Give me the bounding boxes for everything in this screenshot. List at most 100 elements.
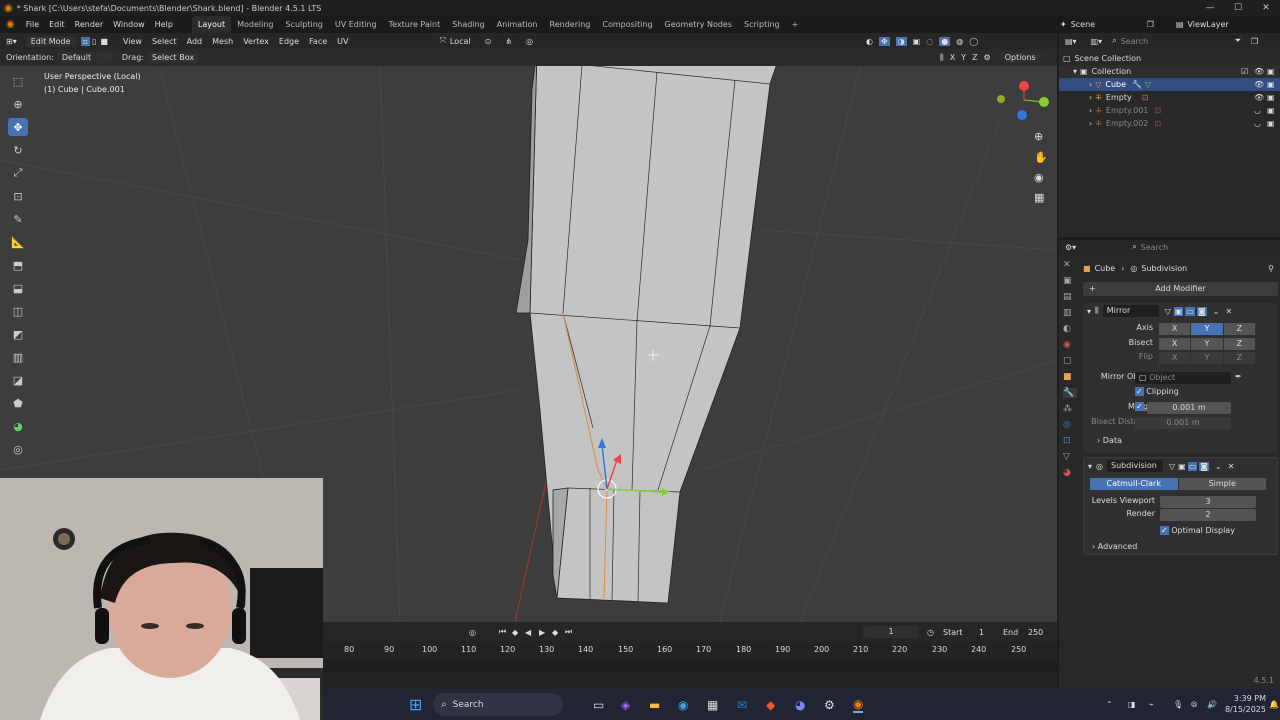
menu-window[interactable]: Window xyxy=(108,16,150,33)
camera-icon[interactable]: ▣ xyxy=(1267,106,1275,115)
mode-selector[interactable]: Edit Mode xyxy=(25,35,76,47)
mirror-icon[interactable]: ⫼ xyxy=(940,53,944,63)
bisect-z-toggle[interactable]: Z xyxy=(1223,338,1255,350)
viewport-toggle-icon[interactable]: ▭ xyxy=(1187,461,1198,471)
mirror-object-field[interactable]: ▢ Object xyxy=(1135,372,1231,384)
chevron-right-icon[interactable]: › xyxy=(1089,93,1092,102)
rotate-tool-icon[interactable]: ↻ xyxy=(8,141,28,159)
modifier-menu-icon[interactable]: ⌄ xyxy=(1213,307,1220,316)
camera-icon[interactable]: ▣ xyxy=(1267,67,1275,76)
axis-z-toggle[interactable]: Z xyxy=(1223,323,1255,335)
eye-icon[interactable]: 👁 xyxy=(1254,67,1264,76)
tab-shading[interactable]: Shading xyxy=(446,16,491,33)
menu-render[interactable]: Render xyxy=(70,16,108,33)
xray-icon[interactable]: ▣ xyxy=(913,37,921,46)
tab-sculpting[interactable]: Sculpting xyxy=(280,16,329,33)
store-icon[interactable]: ▦ xyxy=(707,698,718,712)
material-shading-icon[interactable]: ◍ xyxy=(956,37,963,46)
annotate-tool-icon[interactable]: ✎ xyxy=(8,210,28,228)
tray-app-icon[interactable]: ◨ xyxy=(1128,700,1136,709)
data-tab-icon[interactable]: ▽ xyxy=(1063,452,1077,462)
outliner-item-empty[interactable]: › ⁜ Empty ⊡ 👁 ▣ xyxy=(1059,91,1280,104)
remove-modifier-icon[interactable]: ✕ xyxy=(1225,307,1232,316)
outliner-search-input[interactable]: Search xyxy=(1121,37,1221,46)
cursor-tool-icon[interactable]: ⊕ xyxy=(8,95,28,113)
tray-mic-icon[interactable]: 🎙 xyxy=(1173,700,1183,709)
merge-checkbox[interactable]: ✓ xyxy=(1135,402,1144,411)
axis-y-toggle[interactable]: Y xyxy=(1191,323,1223,335)
timeline[interactable]: ◎ ⏮ ◆ ◀ ▶ ◆ ⏭ 1 ◷ Start 1 End 250 80 90 … xyxy=(323,622,1057,689)
scale-tool-icon[interactable]: ⤢ xyxy=(8,164,28,182)
tool-tab-icon[interactable]: ✕ xyxy=(1063,260,1077,270)
extrude-tool-icon[interactable]: ⬓ xyxy=(8,279,28,297)
eye-icon[interactable]: 👁 xyxy=(1254,93,1264,102)
modifier-menu-icon[interactable]: ⌄ xyxy=(1215,462,1222,471)
notifications-icon[interactable]: 🔔 xyxy=(1269,700,1279,709)
play-icon[interactable]: ▶ xyxy=(539,628,545,637)
play-reverse-icon[interactable]: ◀ xyxy=(525,628,531,637)
properties-editor[interactable]: ⚙▾ ⌕ Search ✕ ▣ ▤ ▥ ◐ ◉ ▢ ■ 🔧 ⁂ ◎ ⊡ ▽ ◕ … xyxy=(1059,240,1280,689)
camera-icon[interactable]: ▣ xyxy=(1267,93,1275,102)
new-scene-icon[interactable]: ❐ xyxy=(1147,20,1154,29)
chevron-right-icon[interactable]: › xyxy=(1089,106,1092,115)
properties-search-input[interactable]: Search xyxy=(1141,243,1168,252)
mirror-name-field[interactable]: Mirror xyxy=(1102,305,1159,317)
tab-rendering[interactable]: Rendering xyxy=(544,16,597,33)
view-layer-tab-icon[interactable]: ▥ xyxy=(1063,308,1077,318)
chevron-down-icon[interactable]: ▾ xyxy=(1088,462,1092,471)
add-workspace-button[interactable]: + xyxy=(786,16,805,33)
blender-menu-icon[interactable]: ◉ xyxy=(0,19,21,30)
gizmo-icon[interactable]: ✥ xyxy=(878,36,890,46)
poly-build-tool-icon[interactable]: ⬟ xyxy=(8,394,28,412)
measure-tool-icon[interactable]: 📐 xyxy=(8,233,28,251)
menu-mesh[interactable]: Mesh xyxy=(207,33,238,50)
hidden-eye-icon[interactable]: ◡ xyxy=(1254,106,1261,115)
transform-orientation-icon[interactable]: ⤧ xyxy=(439,36,445,46)
subdivision-name-field[interactable]: Subdivision xyxy=(1107,460,1163,472)
catmull-clark-button[interactable]: Catmull-Clark xyxy=(1090,478,1178,490)
merge-distance-field[interactable]: 0.001 m xyxy=(1147,402,1231,414)
transform-orientation-selector[interactable]: Local xyxy=(450,37,471,46)
brave-browser-icon[interactable]: ◆ xyxy=(766,698,775,712)
tab-layout[interactable]: Layout xyxy=(191,16,232,33)
properties-editor-icon[interactable]: ⚙▾ xyxy=(1065,243,1076,252)
menu-face[interactable]: Face xyxy=(304,33,332,50)
solid-shading-icon[interactable]: ● xyxy=(939,36,951,46)
tray-wifi-icon[interactable]: ⦾ xyxy=(1191,700,1197,710)
clipping-checkbox[interactable]: ✓ Clipping xyxy=(1135,387,1179,396)
outliner-editor-icon[interactable]: ▤▾ xyxy=(1065,37,1077,46)
render-levels-field[interactable]: 2 xyxy=(1160,509,1256,521)
menu-help[interactable]: Help xyxy=(150,16,178,33)
jump-next-keyframe-icon[interactable]: ◆ xyxy=(552,628,558,637)
menu-view[interactable]: View xyxy=(118,33,147,50)
mirror-y-toggle[interactable]: Y xyxy=(961,53,966,62)
filter-icon[interactable]: ⏷ xyxy=(1235,36,1241,46)
object-tab-icon[interactable]: ■ xyxy=(1063,372,1077,382)
orientation-dropdown[interactable]: Default xyxy=(56,52,113,63)
outliner-scene-collection[interactable]: ▢ Scene Collection xyxy=(1059,52,1280,65)
orthographic-toggle-icon[interactable]: ▦ xyxy=(1034,191,1044,204)
drag-dropdown[interactable]: Select Box xyxy=(146,52,199,63)
transform-tool-icon[interactable]: ⊡ xyxy=(8,187,28,205)
cage-toggle-icon[interactable]: ▣ xyxy=(1178,462,1186,471)
add-cube-tool-icon[interactable]: ⬒ xyxy=(8,256,28,274)
tab-compositing[interactable]: Compositing xyxy=(596,16,658,33)
tab-modeling[interactable]: Modeling xyxy=(231,16,279,33)
outlook-icon[interactable]: ✉ xyxy=(737,698,747,712)
menu-file[interactable]: File xyxy=(21,16,44,33)
modifier-tab-icon[interactable]: 🔧 xyxy=(1063,388,1077,398)
flip-y-toggle[interactable]: Y xyxy=(1191,352,1223,364)
proportional-edit-icon[interactable]: ◎ xyxy=(526,37,533,46)
advanced-subpanel[interactable]: › Advanced xyxy=(1092,542,1137,551)
axis-x-toggle[interactable]: X xyxy=(1159,323,1191,335)
file-explorer-icon[interactable]: ▬ xyxy=(649,698,660,712)
menu-uv[interactable]: UV xyxy=(332,33,353,50)
bisect-x-toggle[interactable]: X xyxy=(1159,338,1191,350)
camera-view-icon[interactable]: ◉ xyxy=(1034,171,1044,184)
maximize-button[interactable]: ☐ xyxy=(1224,0,1252,16)
move-tool-icon[interactable]: ✥ xyxy=(8,118,28,136)
current-frame-field[interactable]: 1 xyxy=(863,626,919,638)
camera-icon[interactable]: ▣ xyxy=(1267,119,1275,128)
view-layer-selector[interactable]: ViewLayer xyxy=(1187,20,1228,29)
start-field[interactable]: 1 xyxy=(979,628,984,637)
